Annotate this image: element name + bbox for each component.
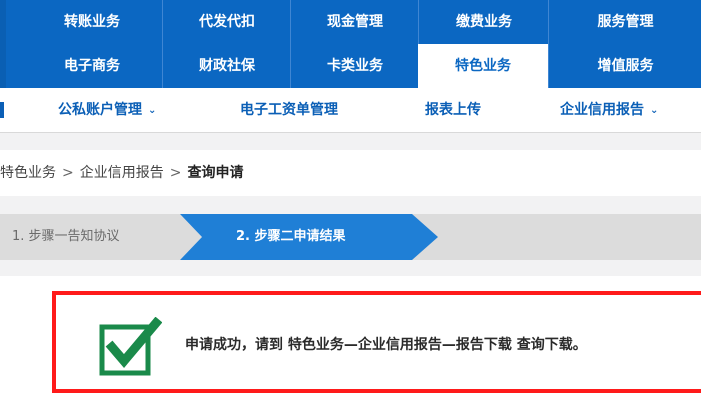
nav-item-service-management[interactable]: 服务管理 bbox=[548, 0, 701, 44]
chevron-down-icon: ⌄ bbox=[148, 105, 157, 116]
step-2-label: 2. 步骤二申请结果 bbox=[236, 229, 346, 244]
nav-item-card-services[interactable]: 卡类业务 bbox=[290, 44, 419, 88]
nav-item-payroll[interactable]: 代发代扣 bbox=[162, 0, 291, 44]
spacer bbox=[0, 133, 701, 150]
nav-item-special-services[interactable]: 特色业务 bbox=[418, 44, 548, 88]
step-1-label: 1. 步骤一告知协议 bbox=[12, 229, 120, 244]
subnav-item-e-payslip[interactable]: 电子工资单管理 bbox=[240, 88, 338, 132]
breadcrumb: 特色业务 > 企业信用报告 > 查询申请 bbox=[0, 150, 701, 196]
breadcrumb-current: 查询申请 bbox=[187, 165, 244, 181]
chevron-down-icon: ⌄ bbox=[650, 105, 659, 116]
nav-item-cash-management[interactable]: 现金管理 bbox=[290, 0, 419, 44]
subnav-item-account-management[interactable]: 公私账户管理 ⌄ bbox=[58, 88, 156, 132]
top-nav-row-2: 电子商务 财政社保 卡类业务 特色业务 增值服务 bbox=[0, 44, 701, 88]
check-icon bbox=[99, 317, 162, 376]
subnav-item-report-upload[interactable]: 报表上传 bbox=[425, 88, 481, 132]
result-message: 申请成功，请到 特色业务—企业信用报告—报告下载 查询下载。 bbox=[185, 337, 587, 353]
step-indicator: 1. 步骤一告知协议 2. 步骤二申请结果 bbox=[0, 214, 701, 260]
nav-item-value-added-services[interactable]: 增值服务 bbox=[548, 44, 701, 88]
breadcrumb-separator: > bbox=[62, 165, 74, 181]
breadcrumb-item-special-services[interactable]: 特色业务 bbox=[0, 165, 56, 181]
subnav-item-label: 公私账户管理 bbox=[58, 102, 142, 118]
nav-item-transfer[interactable]: 转账业务 bbox=[22, 0, 162, 44]
subnav-item-label: 企业信用报告 bbox=[560, 102, 644, 118]
subnav-left-marker bbox=[0, 102, 4, 118]
subnav-item-label: 报表上传 bbox=[425, 102, 481, 118]
subnav-item-label: 电子工资单管理 bbox=[240, 102, 338, 118]
breadcrumb-separator: > bbox=[169, 165, 182, 181]
breadcrumb-item-credit-report[interactable]: 企业信用报告 bbox=[80, 165, 164, 181]
top-nav-row-1: 转账业务 代发代扣 现金管理 缴费业务 服务管理 bbox=[0, 0, 701, 44]
nav-item-ecommerce[interactable]: 电子商务 bbox=[22, 44, 162, 88]
nav-item-fee-payment[interactable]: 缴费业务 bbox=[418, 0, 549, 44]
sub-navigation: 公私账户管理 ⌄ 电子工资单管理 报表上传 企业信用报告 ⌄ bbox=[0, 88, 701, 133]
subnav-item-credit-report[interactable]: 企业信用报告 ⌄ bbox=[560, 88, 658, 132]
nav-item-finance-social-security[interactable]: 财政社保 bbox=[162, 44, 291, 88]
top-navigation: 转账业务 代发代扣 现金管理 缴费业务 服务管理 电子商务 财政社保 卡类业务 … bbox=[0, 0, 701, 88]
